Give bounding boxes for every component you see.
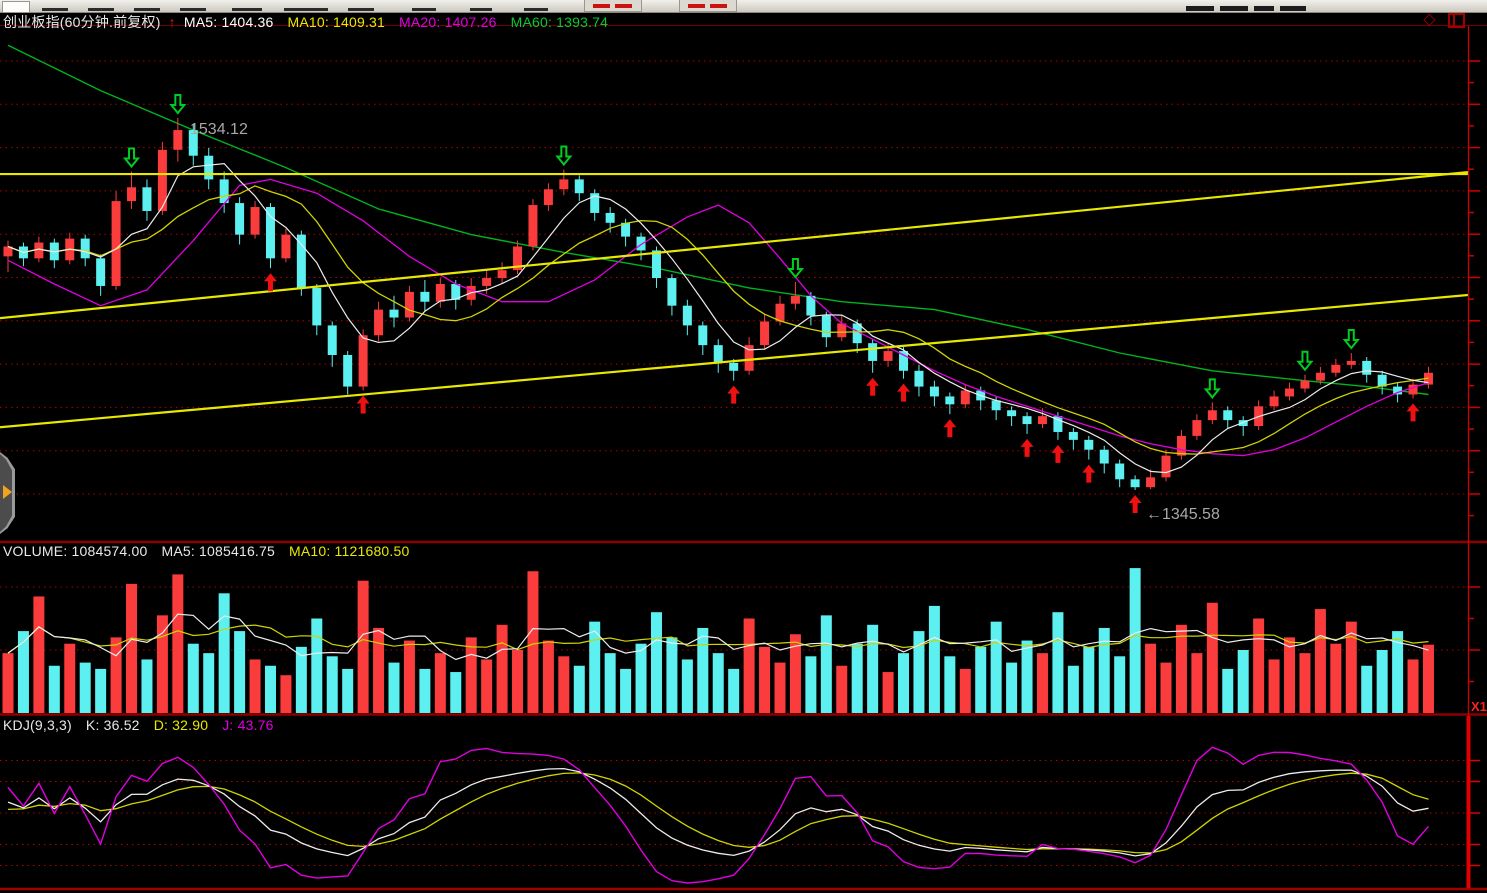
kdj-header: KDJ(9,3,3) K: 36.52 D: 32.90 J: 43.76: [3, 717, 288, 733]
ma-readouts: MA5: 1404.36 MA10: 1409.31 MA20: 1407.26 MA…: [184, 14, 622, 30]
kdj-chart-pane[interactable]: [0, 716, 1468, 888]
k-readout: K: 36.52: [86, 717, 140, 733]
volume-chart-pane[interactable]: [0, 543, 1468, 713]
pane-controls: ◇: [1423, 13, 1465, 29]
vol-ma10-readout: MA10: 1121680.50: [289, 543, 409, 559]
volume-readout: VOLUME: 1084574.00: [3, 543, 147, 559]
ma5-readout: MA5: 1404.36: [184, 14, 274, 30]
chart-canvas: 1534.12 ←1345.58 X1: [0, 0, 1487, 893]
d-readout: D: 32.90: [154, 717, 209, 733]
split-window-icon[interactable]: [1448, 13, 1465, 28]
diamond-icon[interactable]: ◇: [1423, 13, 1435, 27]
kdj-title: KDJ(9,3,3): [3, 717, 72, 733]
ma20-readout: MA20: 1407.26: [399, 14, 497, 30]
volume-header: VOLUME: 1084574.00 MA5: 1085416.75 MA10: 1…: [3, 543, 423, 559]
chart-title-bar: 创业板指(60分钟.前复权)↑ MA5: 1404.36MA10: 1409.3…: [3, 12, 622, 26]
j-readout: J: 43.76: [222, 717, 273, 733]
expand-right-arrow-icon: [3, 485, 12, 499]
main-chart-pane[interactable]: [0, 26, 1468, 541]
instrument-title: 创业板指(60分钟.前复权): [3, 14, 161, 30]
trading-terminal-window: 创业板指(60分钟.前复权) ↑ MA5: 1404.36 MA10: 1409.3…: [0, 0, 1487, 893]
vol-ma5-readout: MA5: 1085416.75: [161, 543, 275, 559]
ma60-readout: MA60: 1393.74: [511, 14, 609, 30]
up-arrow-icon: ↑: [169, 14, 176, 30]
ma10-readout: MA10: 1409.31: [287, 14, 385, 30]
volume-unit-label: X1: [1471, 699, 1487, 714]
